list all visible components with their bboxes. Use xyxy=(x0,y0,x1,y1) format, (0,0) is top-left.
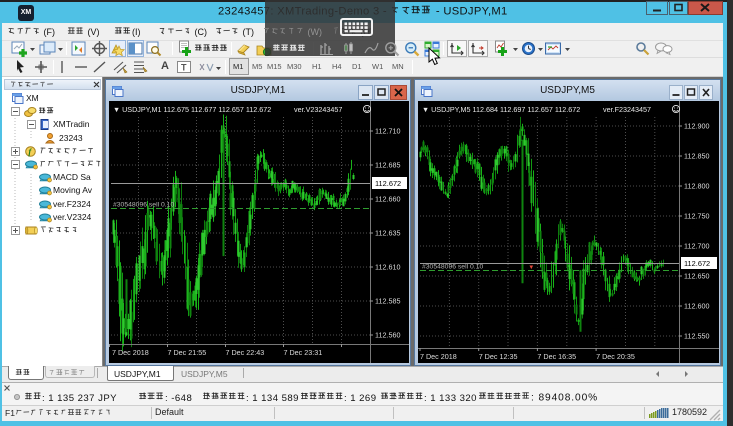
svg-text:▼ USDJPY,M1 112.675 112.677 1: ▼ USDJPY,M1 112.675 112.677 112.657 112.… xyxy=(113,105,271,114)
svg-text:112.750: 112.750 xyxy=(684,212,709,221)
svg-text:ver.V23243457: ver.V23243457 xyxy=(294,105,342,114)
svg-text:112.672: 112.672 xyxy=(375,179,401,188)
svg-text:▼ USDJPY,M5 112.684 112.697 1: ▼ USDJPY,M5 112.684 112.697 112.657 112.… xyxy=(422,105,580,114)
svg-text:112.560: 112.560 xyxy=(375,331,400,340)
svg-text:112.610: 112.610 xyxy=(375,263,400,272)
svg-text:7 Dec 2018: 7 Dec 2018 xyxy=(112,348,149,357)
svg-text:7 Dec 2018: 7 Dec 2018 xyxy=(420,352,457,361)
svg-text:7 Dec 22:43: 7 Dec 22:43 xyxy=(226,348,265,357)
svg-text:ver.F23243457: ver.F23243457 xyxy=(603,105,651,114)
svg-text:112.600: 112.600 xyxy=(684,302,709,311)
svg-text:7 Dec 12:35: 7 Dec 12:35 xyxy=(479,352,518,361)
svg-text:112.700: 112.700 xyxy=(684,242,709,251)
svg-text:#30548096 sell 0.10: #30548096 sell 0.10 xyxy=(422,264,483,271)
svg-text:112.585: 112.585 xyxy=(375,297,400,306)
svg-text:112.710: 112.710 xyxy=(375,127,400,136)
svg-text:112.672: 112.672 xyxy=(684,259,710,268)
svg-text:112.660: 112.660 xyxy=(375,195,400,204)
svg-text:112.800: 112.800 xyxy=(684,182,709,191)
svg-text:112.635: 112.635 xyxy=(375,229,400,238)
svg-text:112.550: 112.550 xyxy=(684,332,709,341)
svg-text:112.900: 112.900 xyxy=(684,122,709,131)
svg-text:7 Dec 21:55: 7 Dec 21:55 xyxy=(168,348,207,357)
svg-text:7 Dec 23:31: 7 Dec 23:31 xyxy=(284,348,323,357)
svg-text:112.850: 112.850 xyxy=(684,152,709,161)
svg-text:7 Dec 20:35: 7 Dec 20:35 xyxy=(596,352,635,361)
svg-text:112.685: 112.685 xyxy=(375,161,400,170)
svg-text:T: T xyxy=(181,63,187,73)
svg-text:#30548096 sell 0.10: #30548096 sell 0.10 xyxy=(113,202,174,209)
svg-text:112.650: 112.650 xyxy=(684,272,709,281)
svg-text:7 Dec 16:35: 7 Dec 16:35 xyxy=(537,352,576,361)
